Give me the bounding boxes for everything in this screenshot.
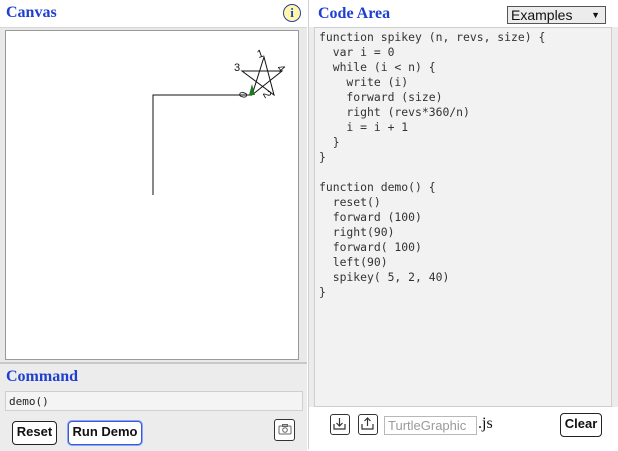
star-label-1: 1	[256, 48, 266, 61]
file-extension-label: .js	[478, 415, 493, 432]
command-title: Command	[6, 368, 79, 385]
examples-dropdown[interactable]: Examples ▼	[507, 6, 606, 24]
info-button[interactable]: i	[283, 4, 301, 22]
dropdown-arrow-icon: ▼	[591, 10, 600, 20]
turtle-path	[152, 94, 252, 195]
turtle-canvas[interactable]: 0 1 2 3 4	[5, 30, 299, 360]
star-label-3: 3	[234, 62, 240, 74]
star-label-4: 4	[274, 63, 287, 75]
code-editor[interactable]: function spikey (n, revs, size) { var i …	[314, 27, 612, 407]
command-input[interactable]	[5, 391, 303, 411]
canvas-title: Canvas	[6, 4, 57, 21]
code-toolbar: .js Clear	[309, 407, 618, 449]
star-label-2: 2	[260, 89, 273, 100]
star-label-0: 0	[238, 91, 251, 99]
camera-button[interactable]	[274, 419, 295, 441]
right-panel: Code Area Examples ▼ function spikey (n,…	[308, 0, 618, 449]
run-demo-button[interactable]: Run Demo	[68, 421, 142, 445]
code-header: Code Area Examples ▼	[309, 0, 618, 27]
turtle-drawing: 0 1 2 3 4	[152, 48, 287, 195]
camera-icon	[278, 424, 291, 435]
download-button[interactable]	[330, 414, 350, 435]
command-panel: Command Reset Run Demo	[0, 362, 307, 451]
canvas-header: Canvas i	[0, 0, 307, 28]
clear-button[interactable]: Clear	[560, 413, 602, 437]
upload-icon	[361, 417, 374, 430]
reset-button[interactable]: Reset	[12, 421, 57, 445]
download-icon	[333, 418, 346, 430]
spikey-star	[240, 55, 284, 97]
left-panel: Canvas i 0 1 2 3 4 Command Reset Run Dem…	[0, 0, 307, 451]
examples-selected-value: Examples	[511, 7, 573, 23]
upload-button[interactable]	[358, 414, 378, 435]
filename-input[interactable]	[384, 416, 477, 435]
code-area-title: Code Area	[318, 5, 391, 22]
